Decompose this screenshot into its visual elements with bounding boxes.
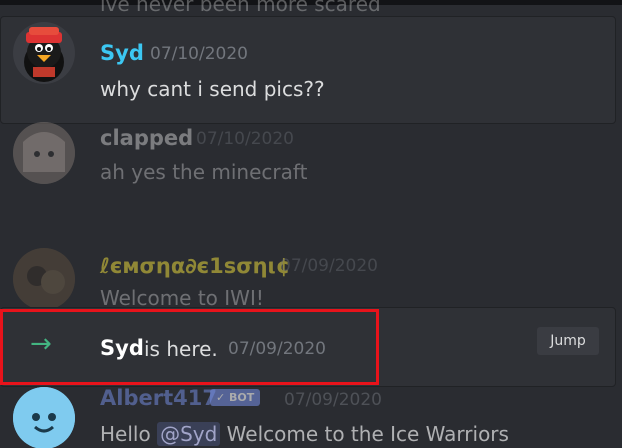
arrow-right-icon: →: [30, 329, 52, 359]
avatar-albert417[interactable]: [13, 387, 75, 448]
author-name-clapped[interactable]: clapped: [100, 128, 193, 149]
bot-badge: ✓ BOT: [210, 389, 261, 406]
avatar-syd[interactable]: [13, 22, 75, 84]
welcome-text: Welcome to the Ice Warriors: [226, 422, 509, 446]
join-notice-text: is here.: [144, 337, 218, 361]
penguin-avatar-icon: [24, 27, 64, 82]
author-name-lemonade[interactable]: ℓємσηα∂є1ѕσηι¢: [100, 256, 290, 277]
message-text-albert417: Hello @Syd Welcome to the Ice Warriors: [100, 422, 509, 446]
timestamp-syd: 07/10/2020: [150, 44, 248, 64]
message-card-syd[interactable]: [0, 16, 616, 124]
user-mention[interactable]: @Syd: [157, 422, 221, 446]
avatar-clapped[interactable]: [13, 122, 75, 184]
avatar-lemonade[interactable]: [13, 248, 75, 310]
anime-avatar-icon: [13, 122, 75, 184]
author-name-syd[interactable]: Syd: [100, 43, 144, 64]
join-notice-timestamp: 07/09/2020: [228, 339, 326, 359]
message-text-lemonade: Welcome to IWI!: [100, 286, 264, 310]
timestamp-clapped: 07/10/2020: [196, 129, 294, 149]
message-text-syd: why cant i send pics??: [100, 77, 325, 101]
jump-button[interactable]: Jump: [537, 327, 599, 355]
message-text-clapped: ah yes the minecraft: [100, 160, 308, 184]
timestamp-albert417: 07/09/2020: [284, 390, 382, 410]
photo-avatar-icon: [13, 248, 75, 310]
join-notice-user[interactable]: Syd: [100, 338, 144, 359]
timestamp-lemonade: 07/09/2020: [280, 256, 378, 276]
author-name-albert417[interactable]: Albert417: [100, 388, 217, 409]
greeting-text: Hello: [100, 422, 151, 446]
ice-face-avatar-icon: [13, 387, 75, 448]
previous-message-text: ive never been more scared: [100, 0, 381, 16]
